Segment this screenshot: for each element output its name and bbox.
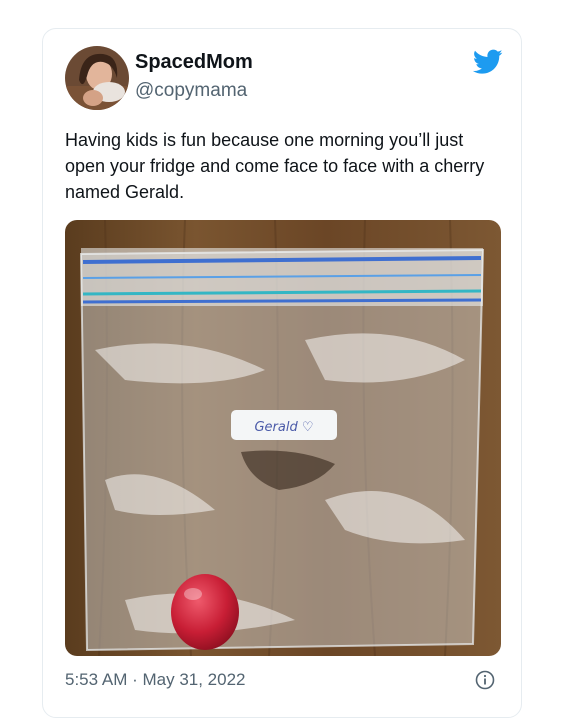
tweet-card: SpacedMom @copymama Having kids is fun b… <box>42 28 522 718</box>
info-icon[interactable] <box>475 670 495 690</box>
twitter-bird-icon[interactable] <box>472 49 503 75</box>
display-name[interactable]: SpacedMom <box>135 51 253 74</box>
tweet-timestamp[interactable]: 5:53 AM · May 31, 2022 <box>65 670 246 690</box>
user-handle[interactable]: @copymama <box>135 80 247 102</box>
cherry-label: Gerald ♡ <box>254 420 313 435</box>
tweet-photo[interactable]: Gerald ♡ <box>65 220 501 656</box>
avatar[interactable] <box>65 46 129 110</box>
tweet-text: Having kids is fun because one morning y… <box>65 130 485 202</box>
